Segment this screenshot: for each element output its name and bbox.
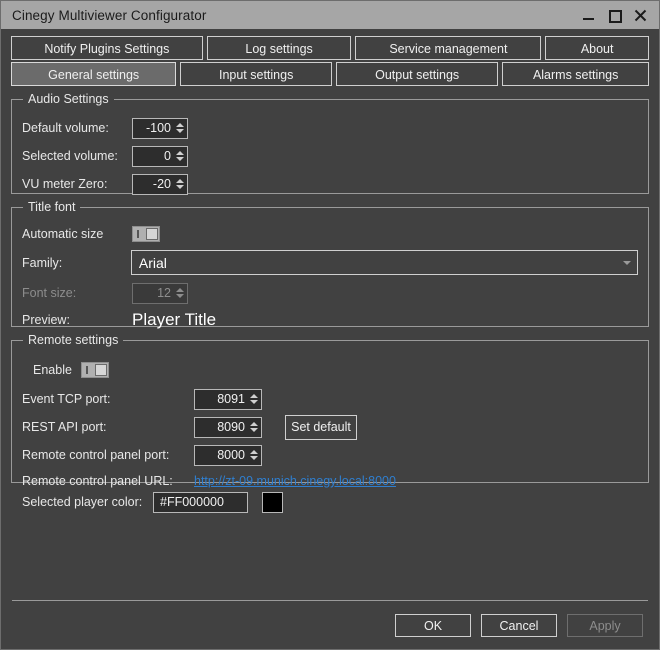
rest-api-port-stepper[interactable]: 8090 xyxy=(194,416,262,438)
title-font-group: Title font Automatic size Family: Arial … xyxy=(11,200,649,329)
rest-api-port-label: REST API port: xyxy=(22,420,107,434)
spinner-arrows-icon xyxy=(176,288,184,298)
spinner-arrows-icon[interactable] xyxy=(176,151,184,161)
remote-control-panel-url-row: Remote control panel URL: http://zt-09.m… xyxy=(22,469,638,493)
configurator-window: Cinegy Multiviewer Configurator Notify P… xyxy=(0,0,660,650)
close-icon[interactable] xyxy=(634,9,647,22)
remote-enable-toggle[interactable] xyxy=(80,362,109,378)
event-tcp-port-value: 8091 xyxy=(217,392,245,406)
remote-control-panel-url-label: Remote control panel URL: xyxy=(22,474,173,488)
tab-about[interactable]: About xyxy=(545,36,649,60)
remote-control-panel-url-link[interactable]: http://zt-09.munich.cinegy.local:8000 xyxy=(194,474,396,488)
dialog-footer: OK Cancel Apply xyxy=(1,602,659,649)
tab-output-settings[interactable]: Output settings xyxy=(335,62,499,86)
default-volume-value: -100 xyxy=(145,121,171,135)
event-tcp-port-label: Event TCP port: xyxy=(22,392,111,406)
minimize-icon[interactable] xyxy=(582,9,595,22)
default-volume-stepper[interactable]: -100 xyxy=(132,117,188,139)
font-size-row: Font size: 12 xyxy=(22,279,638,307)
preview-row: Preview: Player Title xyxy=(22,307,638,333)
remote-settings-group: Remote settings Enable Event TCP port: 8… xyxy=(11,333,649,488)
font-family-value: Arial xyxy=(138,254,167,271)
maximize-icon[interactable] xyxy=(608,9,622,23)
automatic-size-row: Automatic size xyxy=(22,222,638,246)
footer-divider xyxy=(12,600,648,601)
selected-volume-label: Selected volume: xyxy=(22,149,118,163)
font-size-value: 12 xyxy=(157,286,171,300)
automatic-size-label: Automatic size xyxy=(22,227,104,241)
vu-meter-zero-label: VU meter Zero: xyxy=(22,177,108,191)
font-size-stepper: 12 xyxy=(132,282,188,304)
spinner-arrows-icon[interactable] xyxy=(250,422,258,432)
selected-player-color-swatch[interactable] xyxy=(262,491,283,513)
vu-meter-zero-stepper[interactable]: -20 xyxy=(132,173,188,195)
preview-label: Preview: xyxy=(22,313,70,327)
font-size-label: Font size: xyxy=(22,286,77,300)
audio-settings-title: Audio Settings xyxy=(23,92,114,106)
tab-log-settings[interactable]: Log settings xyxy=(206,36,352,60)
spinner-arrows-icon[interactable] xyxy=(176,179,184,189)
selected-volume-value: 0 xyxy=(164,149,171,163)
spinner-arrows-icon[interactable] xyxy=(250,450,258,460)
tab-row-top: Notify Plugins Settings Log settings Ser… xyxy=(11,36,649,60)
font-family-select[interactable]: Arial xyxy=(130,250,638,275)
tab-strip: Notify Plugins Settings Log settings Ser… xyxy=(1,29,659,86)
remote-enable-row: Enable xyxy=(22,355,638,385)
title-bar: Cinegy Multiviewer Configurator xyxy=(1,1,659,29)
window-title: Cinegy Multiviewer Configurator xyxy=(12,7,207,23)
default-volume-label: Default volume: xyxy=(22,121,109,135)
vu-meter-zero-row: VU meter Zero: -20 xyxy=(22,170,638,198)
remote-control-panel-port-label: Remote control panel port: xyxy=(22,448,170,462)
preview-value: Player Title xyxy=(132,310,217,329)
event-tcp-port-stepper[interactable]: 8091 xyxy=(194,388,262,410)
selected-volume-row: Selected volume: 0 xyxy=(22,142,638,170)
set-default-button[interactable]: Set default xyxy=(285,414,357,440)
automatic-size-toggle[interactable] xyxy=(132,226,160,242)
title-font-title: Title font xyxy=(23,200,81,214)
chevron-down-icon[interactable] xyxy=(623,260,631,265)
apply-button: Apply xyxy=(567,614,643,637)
tab-notify-plugins-settings[interactable]: Notify Plugins Settings xyxy=(11,36,203,60)
remote-control-panel-port-stepper[interactable]: 8000 xyxy=(194,444,262,466)
window-controls xyxy=(582,9,653,23)
tab-input-settings[interactable]: Input settings xyxy=(180,62,332,86)
remote-settings-title: Remote settings xyxy=(23,333,124,347)
ok-button[interactable]: OK xyxy=(395,614,471,637)
selected-player-color-input[interactable]: #FF000000 xyxy=(153,491,248,513)
general-settings-page: Audio Settings Default volume: -100 Sele… xyxy=(1,92,659,521)
vu-meter-zero-value: -20 xyxy=(152,177,171,191)
spinner-arrows-icon[interactable] xyxy=(176,123,184,133)
selected-volume-stepper[interactable]: 0 xyxy=(132,145,188,167)
rest-api-port-row: REST API port: 8090 Set default xyxy=(22,413,638,441)
tab-service-management[interactable]: Service management xyxy=(355,36,542,60)
spinner-arrows-icon[interactable] xyxy=(250,394,258,404)
font-family-row: Family: Arial xyxy=(22,246,638,279)
remote-enable-label: Enable xyxy=(33,363,72,377)
rest-api-port-value: 8090 xyxy=(217,420,245,434)
tab-general-settings[interactable]: General settings xyxy=(11,62,177,86)
remote-control-panel-port-value: 8000 xyxy=(217,448,245,462)
tab-row-bottom: General settings Input settings Output s… xyxy=(11,62,649,86)
selected-player-color-label: Selected player color: xyxy=(22,495,143,509)
cancel-button[interactable]: Cancel xyxy=(481,614,557,637)
audio-settings-group: Audio Settings Default volume: -100 Sele… xyxy=(11,92,649,195)
font-family-label: Family: xyxy=(22,255,63,270)
remote-control-panel-port-row: Remote control panel port: 8000 xyxy=(22,441,638,469)
default-volume-row: Default volume: -100 xyxy=(22,114,638,142)
event-tcp-port-row: Event TCP port: 8091 xyxy=(22,385,638,413)
tab-alarms-settings[interactable]: Alarms settings xyxy=(502,62,649,86)
